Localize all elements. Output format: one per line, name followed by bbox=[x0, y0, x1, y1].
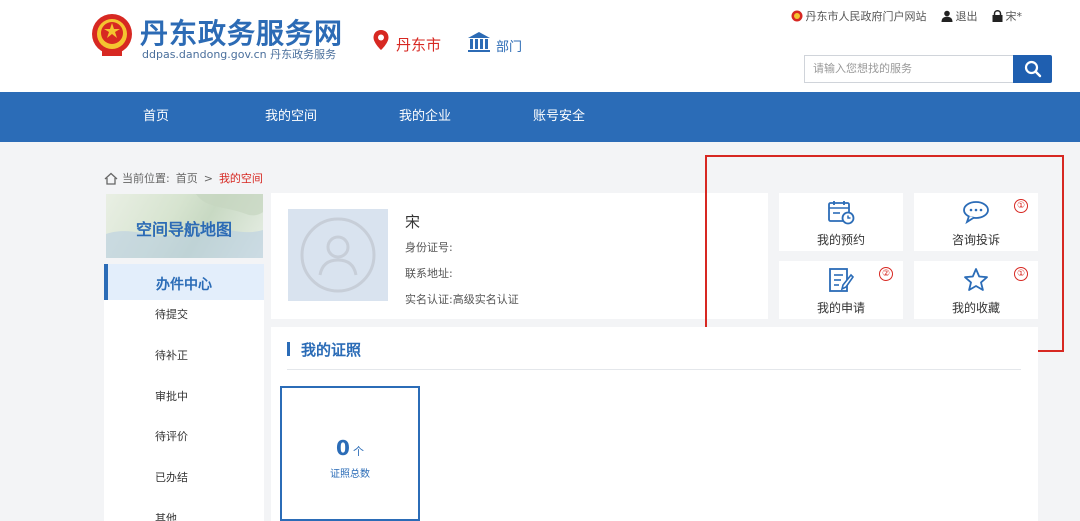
search-button[interactable] bbox=[1013, 55, 1052, 83]
auth-label: 实名认证: bbox=[405, 293, 453, 306]
sidebar-head-label: 办件中心 bbox=[156, 277, 212, 293]
main-nav: 首页 我的空间 我的企业 账号安全 bbox=[0, 92, 1080, 142]
site-subtitle: ddpas.dandong.gov.cn 丹东政务服务 bbox=[142, 48, 337, 61]
address-label: 联系地址: bbox=[405, 267, 453, 280]
nav-item-home[interactable]: 首页 bbox=[143, 92, 169, 142]
user-account-link[interactable]: 宋* bbox=[992, 8, 1023, 24]
sidebar-item-pending-submit[interactable]: 待提交 bbox=[155, 306, 188, 322]
city-selector[interactable]: 丹东市 bbox=[396, 34, 441, 55]
section-marker bbox=[287, 342, 290, 356]
avatar bbox=[288, 209, 388, 301]
certificate-count: 0个 bbox=[282, 436, 418, 460]
nav-item-account-security[interactable]: 账号安全 bbox=[533, 92, 585, 142]
nav-item-my-space[interactable]: 我的空间 bbox=[265, 92, 317, 142]
sidebar-item-other[interactable]: 其他 bbox=[155, 510, 177, 521]
logout-link[interactable]: 退出 bbox=[941, 8, 978, 24]
department-link[interactable]: 部门 bbox=[496, 36, 522, 55]
sidebar-menu: 办件中心 待提交 待补正 审批中 待评价 已办结 其他 bbox=[104, 264, 264, 521]
breadcrumb: 当前位置: 首页 > 我的空间 bbox=[104, 170, 269, 186]
certificate-count-unit: 个 bbox=[352, 445, 364, 458]
sidebar-item-pending-correction[interactable]: 待补正 bbox=[155, 347, 188, 363]
portal-link-label: 丹东市人民政府门户网站 bbox=[805, 10, 927, 23]
profile-name: 宋 bbox=[405, 213, 421, 231]
certificate-count-card[interactable]: 0个 证照总数 bbox=[280, 386, 420, 521]
certificates-title: 我的证照 bbox=[301, 341, 362, 359]
nav-item-my-enterprise[interactable]: 我的企业 bbox=[399, 92, 451, 142]
auth-status: 实名认证:高级实名认证 bbox=[405, 291, 519, 307]
building-icon[interactable] bbox=[467, 31, 491, 53]
sidebar-item-under-review[interactable]: 审批中 bbox=[155, 388, 188, 404]
user-name: 宋* bbox=[1005, 10, 1023, 23]
search-input[interactable]: 请输入您想找的服务 bbox=[804, 55, 1014, 83]
logout-label: 退出 bbox=[955, 10, 978, 23]
portal-link[interactable]: 丹东市人民政府门户网站 bbox=[791, 8, 927, 24]
auth-value: 高级实名认证 bbox=[452, 293, 519, 306]
breadcrumb-current: 我的空间 bbox=[218, 172, 263, 185]
profile-card: 宋 身份证号: 联系地址: 实名认证:高级实名认证 bbox=[271, 193, 768, 319]
emblem-small-icon bbox=[791, 10, 802, 22]
certificate-count-number: 0 bbox=[336, 436, 350, 460]
highlight-annotation-box bbox=[705, 155, 1064, 352]
site-header: 丹东政务服务网 ddpas.dandong.gov.cn 丹东政务服务 丹东市 … bbox=[0, 0, 1080, 92]
home-icon bbox=[104, 172, 118, 185]
divider bbox=[287, 369, 1021, 370]
sidebar-item-completed[interactable]: 已办结 bbox=[155, 469, 188, 485]
user-avatar-icon bbox=[300, 217, 376, 293]
breadcrumb-home[interactable]: 首页 bbox=[176, 170, 198, 186]
certificates-panel: 我的证照 0个 证照总数 bbox=[271, 327, 1038, 521]
sidebar-head[interactable]: 办件中心 bbox=[104, 264, 264, 300]
search-icon bbox=[1024, 60, 1041, 78]
user-icon bbox=[941, 10, 952, 22]
breadcrumb-prefix: 当前位置: bbox=[122, 172, 170, 185]
location-pin-icon[interactable] bbox=[372, 29, 390, 51]
breadcrumb-separator: > bbox=[203, 171, 213, 185]
space-nav-map-banner[interactable]: 空间导航地图 bbox=[106, 194, 263, 258]
id-number-label: 身份证号: bbox=[405, 241, 453, 254]
national-emblem-icon bbox=[92, 14, 132, 56]
certificate-count-label: 证照总数 bbox=[330, 469, 370, 480]
banner-title: 空间导航地图 bbox=[136, 220, 233, 239]
sidebar-item-pending-evaluation[interactable]: 待评价 bbox=[155, 428, 188, 444]
top-links: 丹东市人民政府门户网站 退出 宋* bbox=[777, 8, 1023, 24]
lock-icon bbox=[992, 10, 1002, 22]
